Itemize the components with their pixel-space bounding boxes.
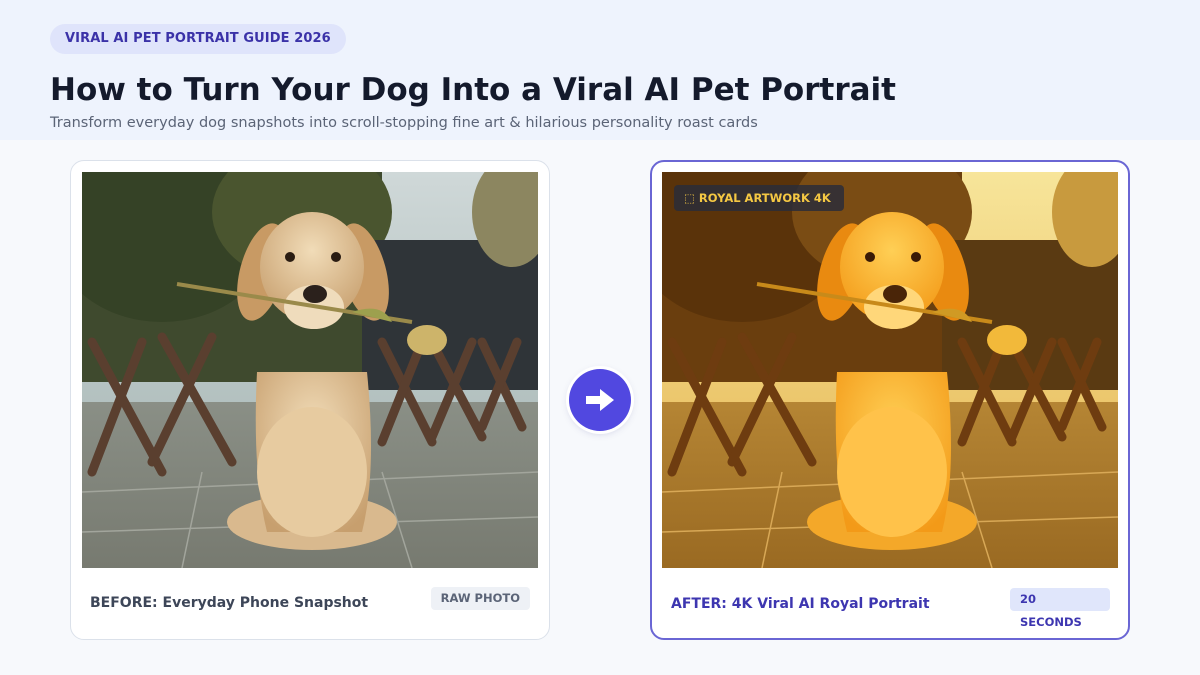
- page-subtitle: Transform everyday dog snapshots into sc…: [50, 115, 758, 131]
- after-dog-photo: ⬚ ROYAL ARTWORK 4K: [662, 172, 1118, 568]
- badge-label: ⬚ ROYAL ARTWORK 4K: [684, 191, 831, 205]
- royal-artwork-badge: ⬚ ROYAL ARTWORK 4K: [674, 185, 844, 211]
- before-card: BEFORE: Everyday Phone Snapshot RAW PHOT…: [70, 160, 550, 640]
- transform-arrow-button[interactable]: [569, 369, 631, 431]
- guide-pill: VIRAL AI PET PORTRAIT GUIDE 2026: [50, 24, 346, 54]
- after-card: ⬚ ROYAL ARTWORK 4K AFTER: 4K Viral AI Ro…: [650, 160, 1130, 640]
- before-caption: BEFORE: Everyday Phone Snapshot: [90, 595, 369, 611]
- arrow-right-icon: [586, 389, 614, 411]
- time-tag: 20 SECONDS: [1010, 588, 1110, 629]
- raw-photo-tag: RAW PHOTO: [430, 587, 530, 610]
- page-title: How to Turn Your Dog Into a Viral AI Pet…: [50, 72, 896, 108]
- before-dog-photo: [82, 172, 538, 568]
- after-caption: AFTER: 4K Viral AI Royal Portrait: [671, 596, 930, 612]
- header-banner: VIRAL AI PET PORTRAIT GUIDE 2026 How to …: [0, 0, 1200, 140]
